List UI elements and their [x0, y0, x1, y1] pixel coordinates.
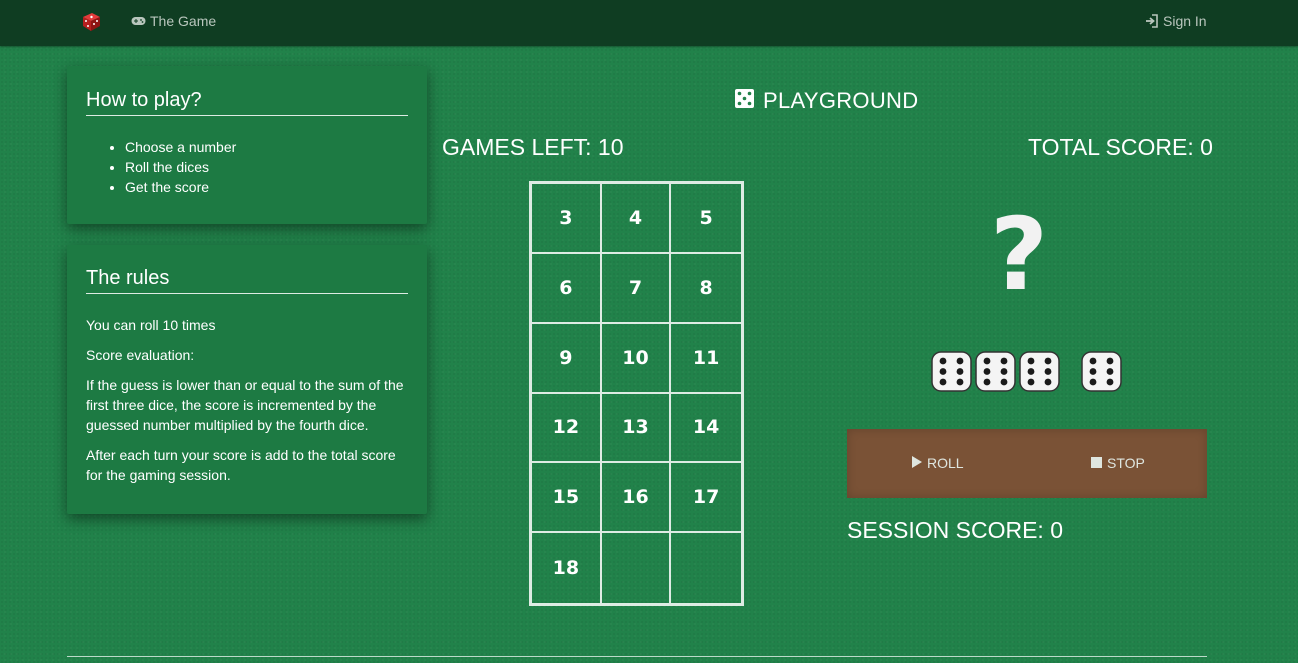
rules-paragraph: After each turn your score is add to the… — [86, 447, 396, 483]
rules-paragraph: You can roll 10 times — [86, 317, 216, 333]
list-item: Roll the dices — [125, 157, 236, 177]
rules-panel: The rules You can roll 10 times Score ev… — [67, 245, 427, 514]
number-cell[interactable]: 5 — [671, 184, 741, 254]
rules-paragraph: Score evaluation: — [86, 347, 195, 363]
empty-cell — [602, 533, 672, 603]
play-icon — [911, 455, 922, 471]
nav-the-game-label: The Game — [150, 13, 217, 29]
how-to-play-title: How to play? — [86, 88, 408, 116]
how-to-play-list: Choose a number Roll the dices Get the s… — [86, 137, 236, 197]
session-score: SESSION SCORE: 0 — [847, 517, 1064, 543]
empty-cell — [671, 533, 741, 603]
playground-title-text: PLAYGROUND — [763, 88, 919, 113]
roll-label: ROLL — [927, 455, 964, 471]
die-six-icon — [975, 351, 1016, 397]
list-item: Get the score — [125, 177, 236, 197]
number-cell[interactable]: 9 — [532, 323, 602, 394]
sign-in-link[interactable]: Sign In — [1145, 13, 1207, 29]
number-grid: 3 4 5 6 7 8 9 10 11 12 13 14 15 16 17 18 — [529, 181, 744, 606]
number-cell[interactable]: 10 — [601, 323, 672, 394]
games-left-counter: GAMES LEFT: 10 — [442, 134, 624, 160]
total-score: TOTAL SCORE: 0 — [1028, 134, 1213, 160]
number-cell[interactable]: 6 — [532, 253, 602, 324]
roll-button[interactable]: ROLL — [911, 455, 964, 471]
sign-in-icon — [1145, 14, 1159, 28]
number-cell[interactable]: 4 — [601, 184, 672, 254]
guess-placeholder: ? — [990, 196, 1049, 313]
rules-title: The rules — [86, 266, 408, 294]
stop-button[interactable]: STOP — [1091, 455, 1145, 471]
number-cell[interactable]: 17 — [671, 463, 741, 534]
gamepad-icon — [131, 16, 146, 26]
footer-divider — [67, 656, 1207, 657]
number-cell[interactable]: 7 — [601, 253, 672, 324]
number-cell[interactable]: 11 — [671, 324, 741, 394]
number-cell[interactable]: 12 — [532, 393, 602, 464]
stop-icon — [1091, 455, 1102, 471]
number-cell[interactable]: 15 — [532, 463, 602, 534]
dice-icon — [735, 88, 754, 114]
stop-label: STOP — [1107, 455, 1145, 471]
rules-paragraph: If the guess is lower than or equal to t… — [86, 377, 404, 433]
number-cell[interactable]: 18 — [532, 533, 602, 603]
list-item: Choose a number — [125, 137, 236, 157]
playground-title: PLAYGROUND — [735, 88, 918, 114]
die-six-icon — [1019, 351, 1060, 397]
rules-body: You can roll 10 times Score evaluation: … — [86, 315, 408, 495]
number-cell[interactable]: 3 — [532, 184, 602, 254]
number-cell[interactable]: 14 — [671, 394, 741, 464]
die-six-icon — [1081, 351, 1122, 397]
navbar: The Game Sign In — [0, 0, 1298, 46]
sign-in-label: Sign In — [1163, 13, 1207, 29]
how-to-play-panel: How to play? Choose a number Roll the di… — [67, 66, 427, 224]
number-cell[interactable]: 16 — [601, 463, 672, 534]
nav-the-game-link[interactable]: The Game — [131, 13, 216, 29]
number-cell[interactable]: 8 — [671, 254, 741, 324]
number-cell[interactable]: 13 — [601, 393, 672, 464]
control-bar: ROLL STOP — [847, 429, 1207, 498]
red-dice-icon[interactable] — [81, 11, 102, 32]
die-six-icon — [931, 351, 972, 397]
